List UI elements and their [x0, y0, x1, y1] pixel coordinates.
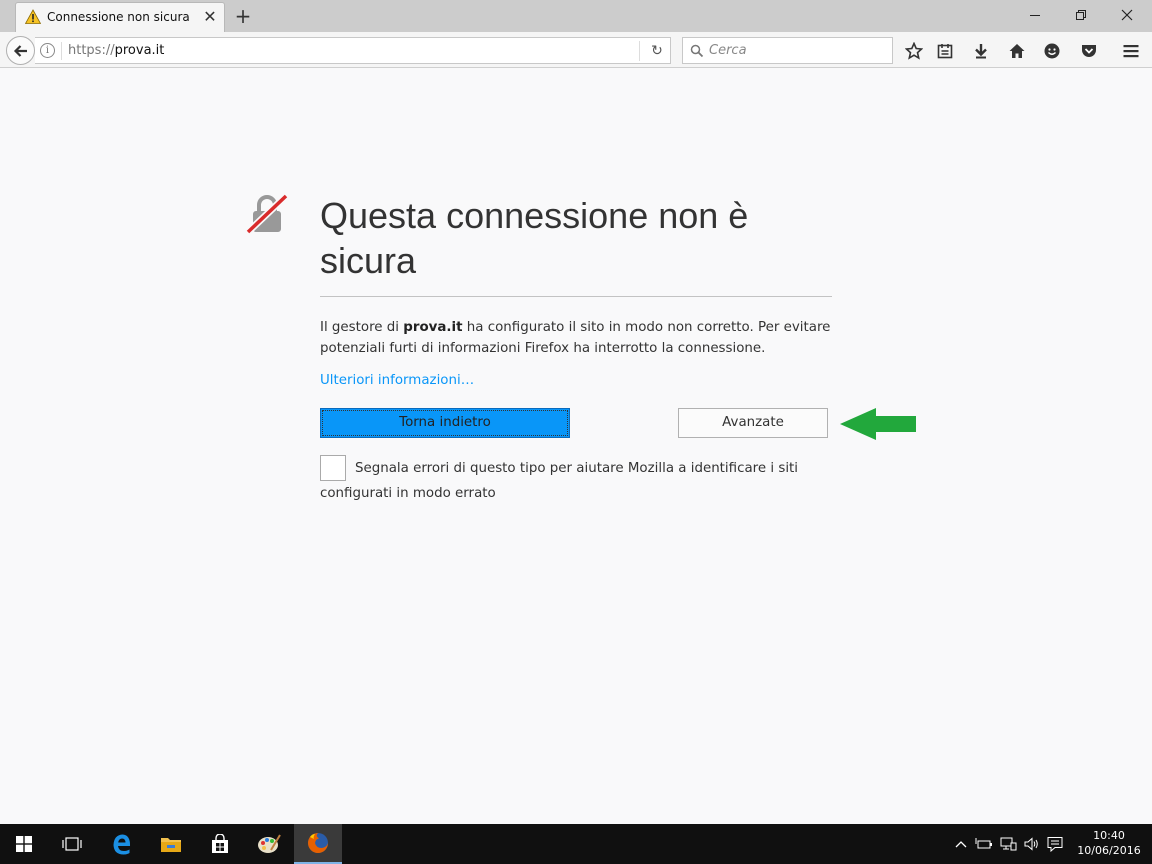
home-icon[interactable] — [1007, 41, 1027, 61]
url-host: prova.it — [114, 43, 165, 58]
store-bag-icon — [212, 834, 228, 853]
new-tab-button[interactable]: + — [233, 5, 253, 27]
tab-active[interactable]: Connessione non sicura ✕ — [15, 2, 225, 32]
tab-close-icon[interactable]: ✕ — [201, 7, 219, 27]
url-text[interactable]: https://prova.it — [68, 43, 164, 58]
advanced-button[interactable]: Avanzate — [678, 408, 828, 438]
desc-prefix: Il gestore di — [320, 320, 404, 335]
search-bar[interactable]: Cerca — [682, 37, 893, 64]
battery-power-icon[interactable] — [975, 836, 993, 852]
search-placeholder: Cerca — [709, 43, 747, 58]
title-divider — [320, 296, 832, 297]
start-button[interactable] — [0, 824, 48, 864]
hello-chat-icon[interactable] — [1042, 41, 1062, 61]
action-center-icon[interactable] — [1046, 836, 1064, 852]
restore-icon — [1076, 10, 1086, 20]
page-title: Questa connessione non è sicura — [320, 195, 749, 281]
minimize-icon — [1030, 15, 1040, 16]
taskbar: 10:40 10/06/2016 — [0, 824, 1152, 864]
taskbar-clock[interactable]: 10:40 10/06/2016 — [1075, 828, 1143, 858]
reload-separator — [639, 41, 640, 61]
broken-lock-icon — [246, 193, 288, 235]
navigation-toolbar: i https://prova.it ↻ Cerca — [0, 32, 1152, 68]
go-back-button[interactable]: Torna indietro — [320, 408, 570, 438]
url-protocol: https:// — [68, 43, 115, 58]
edge-icon — [113, 834, 131, 855]
network-icon[interactable] — [999, 836, 1017, 852]
report-errors-label: Segnala errori di questo tipo per aiutar… — [320, 461, 799, 501]
green-arrow-annotation — [840, 408, 916, 440]
store-taskbar-button[interactable] — [196, 824, 244, 864]
pocket-icon[interactable] — [1079, 41, 1099, 61]
paint-taskbar-button[interactable] — [245, 824, 293, 864]
firefox-taskbar-button[interactable] — [294, 824, 342, 864]
windows-logo-icon — [16, 836, 32, 852]
show-hidden-icons-chevron-icon[interactable] — [952, 836, 970, 852]
folder-icon — [161, 838, 181, 852]
close-window-button[interactable] — [1104, 0, 1150, 30]
search-icon — [690, 44, 704, 58]
tab-title: Connessione non sicura — [47, 10, 190, 24]
firefox-icon — [308, 833, 328, 853]
file-explorer-taskbar-button[interactable] — [147, 824, 195, 864]
desc-host: prova.it — [403, 320, 463, 335]
restore-button[interactable] — [1058, 0, 1104, 30]
info-icon[interactable]: i — [40, 43, 55, 58]
reload-icon[interactable]: ↻ — [647, 41, 667, 61]
more-info-link[interactable]: Ulteriori informazioni… — [320, 373, 474, 388]
task-view-icon — [62, 837, 82, 851]
back-button[interactable] — [6, 36, 35, 65]
volume-icon[interactable] — [1023, 836, 1041, 852]
paint-palette-icon — [258, 834, 281, 853]
clock-time: 10:40 — [1093, 829, 1125, 842]
task-view-button[interactable] — [48, 824, 96, 864]
error-description: Il gestore di prova.it ha configurato il… — [320, 317, 840, 359]
clock-date: 10/06/2016 — [1077, 844, 1141, 857]
menu-hamburger-icon[interactable] — [1121, 41, 1141, 61]
back-arrow-icon — [13, 44, 27, 57]
bookmark-star-icon[interactable] — [904, 41, 924, 61]
warning-icon — [25, 9, 41, 24]
tab-strip: Connessione non sicura ✕ + — [0, 0, 1152, 32]
minimize-button[interactable] — [1012, 0, 1058, 30]
bookmarks-library-icon[interactable] — [935, 41, 955, 61]
download-icon[interactable] — [971, 41, 991, 61]
url-bar[interactable]: i https://prova.it ↻ — [35, 37, 671, 64]
url-separator — [61, 42, 62, 60]
edge-taskbar-button[interactable] — [98, 824, 146, 864]
close-icon — [1121, 9, 1133, 21]
